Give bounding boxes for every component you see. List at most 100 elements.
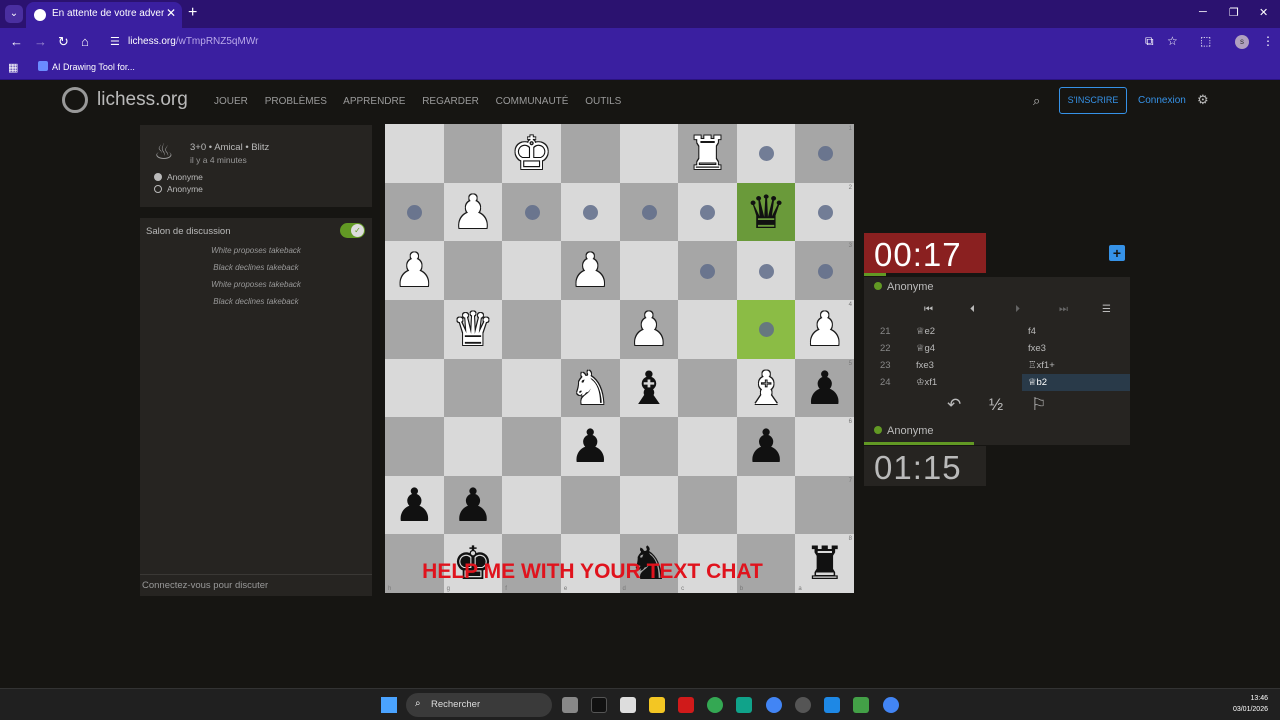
- board-square[interactable]: [678, 475, 737, 535]
- menu-icon[interactable]: ☰: [1102, 304, 1111, 315]
- black-pawn-icon[interactable]: ♟: [737, 417, 796, 476]
- board-square[interactable]: [502, 299, 561, 359]
- legal-move-dot[interactable]: [407, 204, 423, 220]
- board-square[interactable]: 2: [795, 182, 854, 242]
- black-pawn-icon[interactable]: ♟: [444, 476, 503, 535]
- legal-move-dot[interactable]: [700, 204, 716, 220]
- black-queen-icon[interactable]: ♛: [737, 183, 796, 242]
- site-logo-text[interactable]: lichess.org: [97, 89, 188, 111]
- white-move[interactable]: ♕e2: [916, 326, 935, 337]
- legal-move-dot[interactable]: [759, 322, 775, 338]
- profile-avatar[interactable]: s: [1235, 35, 1249, 49]
- board-square[interactable]: ♞: [560, 358, 620, 418]
- board-square[interactable]: [502, 241, 561, 300]
- chrome-profile-icon[interactable]: [766, 697, 782, 713]
- board-square[interactable]: [443, 241, 503, 300]
- nav-play[interactable]: JOUER: [214, 96, 248, 107]
- back-icon[interactable]: ←: [10, 34, 23, 49]
- chrome-active-icon[interactable]: [883, 697, 899, 713]
- chat-input[interactable]: Connectez-vous pour discuter: [140, 574, 372, 596]
- add-time-icon[interactable]: +: [1109, 245, 1125, 261]
- board-square[interactable]: [502, 417, 561, 476]
- board-square[interactable]: ♟: [736, 417, 796, 476]
- white-pawn-icon[interactable]: ♟: [444, 183, 503, 242]
- install-icon[interactable]: ⧉: [1145, 34, 1154, 49]
- board-square[interactable]: [385, 182, 444, 242]
- white-rook-icon[interactable]: ♜: [678, 124, 737, 183]
- nav-watch[interactable]: REGARDER: [422, 96, 479, 107]
- board-square[interactable]: [443, 358, 503, 418]
- first-move-icon[interactable]: ⏮: [924, 304, 933, 315]
- board-square[interactable]: [502, 182, 561, 242]
- resign-flag-icon[interactable]: ⚐: [1031, 395, 1046, 415]
- board-square[interactable]: [560, 299, 620, 359]
- board-square[interactable]: [385, 417, 444, 476]
- nav-puzzles[interactable]: PROBLÈMES: [265, 96, 327, 107]
- board-square[interactable]: [502, 475, 561, 535]
- chat-toggle[interactable]: [340, 223, 365, 238]
- reload-icon[interactable]: ↻: [58, 34, 69, 50]
- board-square[interactable]: [736, 241, 796, 300]
- legal-move-dot[interactable]: [583, 204, 599, 220]
- windows-start-icon[interactable]: [381, 697, 397, 713]
- board-square[interactable]: [619, 124, 679, 183]
- tab-close-icon[interactable]: ✕: [166, 6, 176, 20]
- board-square[interactable]: [678, 417, 737, 476]
- board-square[interactable]: 3: [795, 241, 854, 300]
- black-rook-icon[interactable]: ♜: [795, 534, 854, 593]
- black-pawn-icon[interactable]: ♟: [385, 476, 444, 535]
- board-square[interactable]: [443, 417, 503, 476]
- board-square[interactable]: [736, 475, 796, 535]
- black-move[interactable]: f4: [1022, 323, 1130, 340]
- board-square[interactable]: ♛: [443, 299, 503, 359]
- board-square[interactable]: [619, 417, 679, 476]
- browser-tab[interactable]: En attente de votre adversaire ✕: [26, 2, 182, 28]
- board-square[interactable]: ♚: [502, 124, 561, 183]
- black-move[interactable]: ♖xf1+: [1022, 357, 1130, 374]
- black-move[interactable]: fxe3: [1022, 340, 1130, 357]
- window-close-icon[interactable]: ✕: [1259, 6, 1268, 19]
- black-bishop-icon[interactable]: ♝: [620, 359, 679, 418]
- nav-community[interactable]: COMMUNAUTÉ: [496, 96, 569, 107]
- white-move[interactable]: fxe3: [916, 360, 934, 371]
- legal-move-dot[interactable]: [817, 204, 833, 220]
- board-square[interactable]: ♟: [560, 417, 620, 476]
- bookmark-star-icon[interactable]: ☆: [1167, 34, 1178, 48]
- board-square[interactable]: ♜ 8 a: [795, 534, 854, 593]
- white-move[interactable]: ♔xf1: [916, 377, 937, 388]
- board-square[interactable]: [443, 124, 503, 183]
- url-field[interactable]: ☰ lichess.org/wTmpRNZ5qMWr: [104, 31, 1124, 53]
- bookmark-ai-drawing[interactable]: AI Drawing Tool for...: [38, 61, 135, 72]
- last-move-icon[interactable]: ⏭: [1059, 304, 1068, 315]
- white-pawn-icon[interactable]: ♟: [561, 241, 620, 300]
- board-square[interactable]: 1: [795, 124, 854, 183]
- board-square[interactable]: [560, 124, 620, 183]
- board-square[interactable]: 6: [795, 417, 854, 476]
- home-icon[interactable]: ⌂: [81, 34, 89, 49]
- prev-move-icon[interactable]: ⏴: [970, 304, 975, 315]
- new-tab-icon[interactable]: +: [188, 4, 197, 22]
- board-square[interactable]: ♟: [443, 182, 503, 242]
- board-square[interactable]: [502, 358, 561, 418]
- chatgpt-icon[interactable]: [795, 697, 811, 713]
- board-square[interactable]: [619, 475, 679, 535]
- black-pawn-icon[interactable]: ♟: [561, 417, 620, 476]
- maximize-icon[interactable]: ❐: [1229, 6, 1239, 19]
- lichess-logo-icon[interactable]: [62, 87, 88, 113]
- signup-button[interactable]: S'INSCRIRE: [1059, 87, 1127, 114]
- board-square[interactable]: [560, 475, 620, 535]
- board-square[interactable]: [678, 241, 737, 300]
- chrome-icon[interactable]: [707, 697, 723, 713]
- board-square[interactable]: ♟: [560, 241, 620, 300]
- board-square[interactable]: [385, 124, 444, 183]
- app-icon[interactable]: [853, 697, 869, 713]
- white-pawn-icon[interactable]: ♟: [795, 300, 854, 359]
- white-queen-icon[interactable]: ♛: [444, 300, 503, 359]
- board-square[interactable]: ♜: [678, 124, 737, 183]
- search-icon[interactable]: ⌕: [1033, 93, 1040, 109]
- white-pawn-icon[interactable]: ♟: [620, 300, 679, 359]
- white-king-icon[interactable]: ♚: [502, 124, 561, 183]
- app-icon[interactable]: [736, 697, 752, 713]
- nav-tools[interactable]: OUTILS: [585, 96, 621, 107]
- black-move-active[interactable]: ♕b2: [1022, 374, 1130, 391]
